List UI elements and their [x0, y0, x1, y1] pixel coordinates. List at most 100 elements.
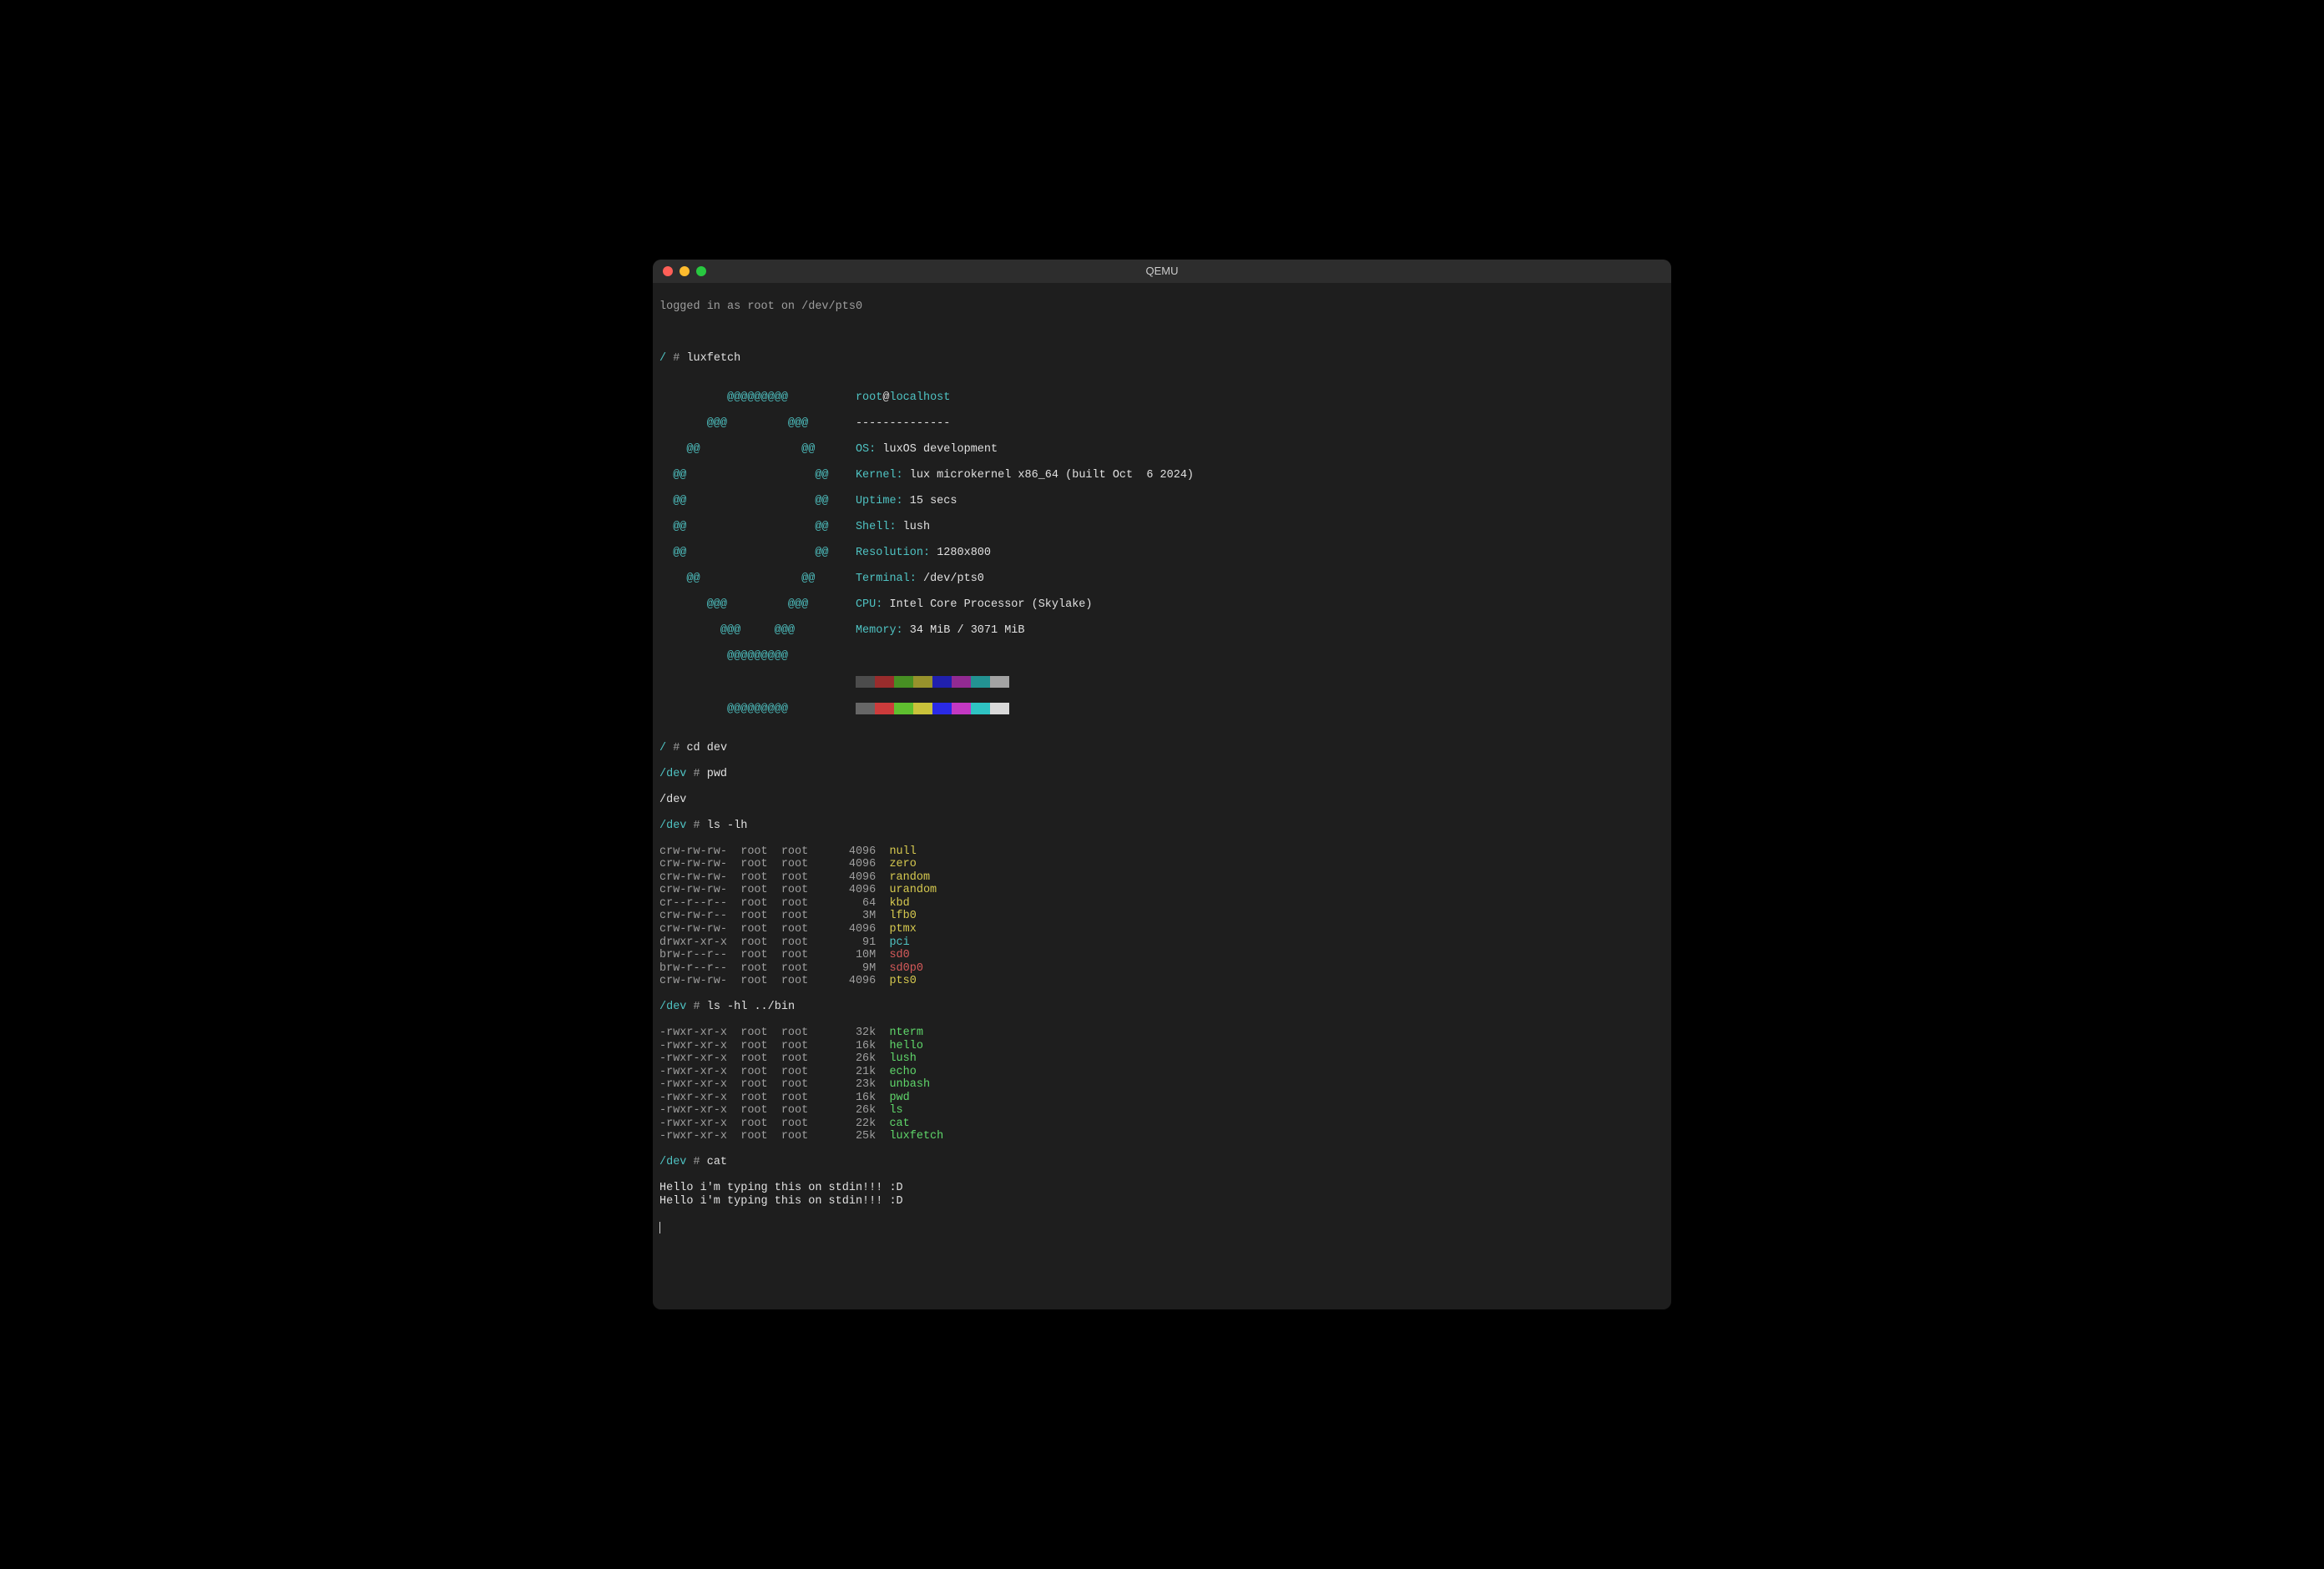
ls-perm: -rwxr-xr-x	[659, 1066, 740, 1078]
ls-filename: zero	[889, 858, 916, 870]
prompt-line: / # luxfetch	[659, 352, 1665, 366]
ls-perm: -rwxr-xr-x	[659, 1027, 740, 1039]
color-swatch	[875, 676, 894, 688]
fetch-value: 1280x800	[937, 547, 991, 559]
ls-size: 25k	[821, 1130, 876, 1143]
cat-text: Hello i'm typing this on stdin!!! :D	[659, 1195, 903, 1208]
prompt-path: /dev	[659, 1156, 686, 1168]
ls-owner: root	[740, 949, 781, 961]
ls-owner: root	[740, 884, 781, 896]
ls-group: root	[781, 897, 822, 910]
ls-size: 16k	[821, 1092, 876, 1104]
prompt-line: /dev # pwd	[659, 768, 1665, 781]
ls-size: 4096	[821, 884, 876, 896]
output-line: /dev	[659, 794, 1665, 807]
ls-owner: root	[740, 975, 781, 987]
ls-group: root	[781, 975, 822, 987]
minimize-icon[interactable]	[680, 266, 690, 276]
prompt-line: /dev # ls -lh	[659, 820, 1665, 833]
prompt-path: /dev	[659, 768, 686, 780]
cat-output: Hello i'm typing this on stdin!!! :DHell…	[659, 1182, 1665, 1208]
blank-line	[659, 326, 1665, 340]
ls-row: crw-rw-rw- root root 4096 zero	[659, 858, 1665, 871]
ls-filename: sd0p0	[889, 962, 923, 975]
cursor-line[interactable]	[659, 1221, 1665, 1234]
ls-group: root	[781, 910, 822, 922]
ls-size: 4096	[821, 871, 876, 884]
ls-row: -rwxr-xr-x root root 16k pwd	[659, 1092, 1665, 1105]
ls-size: 3M	[821, 910, 876, 922]
fetch-value: luxOS development	[882, 443, 998, 456]
logo-line: @@@@@@@@@	[659, 650, 821, 663]
ls-owner: root	[740, 910, 781, 922]
color-swatches-row	[856, 703, 1009, 715]
ls-group: root	[781, 871, 822, 884]
cat-line: Hello i'm typing this on stdin!!! :D	[659, 1182, 1665, 1195]
close-icon[interactable]	[663, 266, 673, 276]
fetch-value: 15 secs	[910, 495, 957, 507]
fetch-value: lush	[903, 521, 930, 533]
ls-owner: root	[740, 897, 781, 910]
ls-perm: crw-rw-r--	[659, 910, 740, 922]
ls-filename: lush	[889, 1052, 916, 1065]
ls-perm: crw-rw-rw-	[659, 975, 740, 987]
prompt-line: /dev # cat	[659, 1156, 1665, 1169]
ls-group: root	[781, 1040, 822, 1052]
titlebar[interactable]: QEMU	[653, 260, 1671, 283]
ls-row: -rwxr-xr-x root root 16k hello	[659, 1040, 1665, 1053]
ls-owner: root	[740, 923, 781, 936]
pwd-output: /dev	[659, 794, 686, 806]
ls-row: -rwxr-xr-x root root 22k cat	[659, 1117, 1665, 1131]
ls-group: root	[781, 1130, 822, 1143]
fetch-value: Intel Core Processor (Skylake)	[889, 598, 1092, 611]
ls-filename: echo	[889, 1066, 916, 1078]
fetch-value: /dev/pts0	[923, 573, 984, 585]
ls-perm: -rwxr-xr-x	[659, 1104, 740, 1117]
ls-group: root	[781, 949, 822, 961]
prompt-path: /dev	[659, 820, 686, 832]
fetch-row: @@ @@ OS: luxOS development	[659, 443, 1665, 457]
color-swatch	[913, 703, 932, 714]
prompt-path: /	[659, 352, 666, 365]
command-text: ls -lh	[707, 820, 748, 832]
ls-row: crw-rw-rw- root root 4096 null	[659, 845, 1665, 859]
prompt-line: / # cd dev	[659, 742, 1665, 755]
prompt-hash: #	[673, 352, 680, 365]
ls-filename: pts0	[889, 975, 916, 987]
ls-perm: crw-rw-rw-	[659, 845, 740, 858]
ls-row: crw-rw-rw- root root 4096 urandom	[659, 884, 1665, 897]
ls-perm: crw-rw-rw-	[659, 871, 740, 884]
logo-line: @@@@@@@@@	[659, 391, 821, 404]
logo-line: @@ @@	[659, 443, 821, 456]
color-swatch	[952, 676, 971, 688]
command-text: cat	[707, 1156, 727, 1168]
traffic-lights	[663, 266, 706, 276]
fetch-row: @@ @@ Kernel: lux microkernel x86_64 (bu…	[659, 469, 1665, 482]
ls-filename: nterm	[889, 1027, 923, 1039]
zoom-icon[interactable]	[696, 266, 706, 276]
ls-group: root	[781, 1104, 822, 1117]
ls-perm: -rwxr-xr-x	[659, 1117, 740, 1130]
prompt-line: /dev # ls -hl ../bin	[659, 1001, 1665, 1014]
ls-group: root	[781, 923, 822, 936]
ls-filename: cat	[889, 1117, 909, 1130]
ls-size: 26k	[821, 1052, 876, 1065]
fetch-row: @@@ @@@ Memory: 34 MiB / 3071 MiB	[659, 624, 1665, 638]
terminal-body[interactable]: logged in as root on /dev/pts0 / # luxfe…	[653, 283, 1671, 1310]
ls-perm: -rwxr-xr-x	[659, 1078, 740, 1091]
window-title: QEMU	[1146, 265, 1179, 277]
ls-filename: unbash	[889, 1078, 930, 1091]
fetch-row: @@@@@@@@@ root@localhost	[659, 391, 1665, 405]
fetch-row	[659, 676, 1665, 689]
prompt-hash: #	[694, 820, 700, 832]
color-swatch	[990, 703, 1009, 714]
ls-owner: root	[740, 845, 781, 858]
ls-group: root	[781, 858, 822, 870]
fetch-value: lux microkernel x86_64 (built Oct 6 2024…	[910, 469, 1194, 482]
fetch-sep: --------------	[856, 417, 950, 430]
fetch-label: Shell:	[856, 521, 897, 533]
ls-group: root	[781, 845, 822, 858]
fetch-row: @@@@@@@@@	[659, 650, 1665, 663]
ls-dev-output: crw-rw-rw- root root 4096 nullcrw-rw-rw-…	[659, 845, 1665, 988]
color-swatch	[971, 703, 990, 714]
